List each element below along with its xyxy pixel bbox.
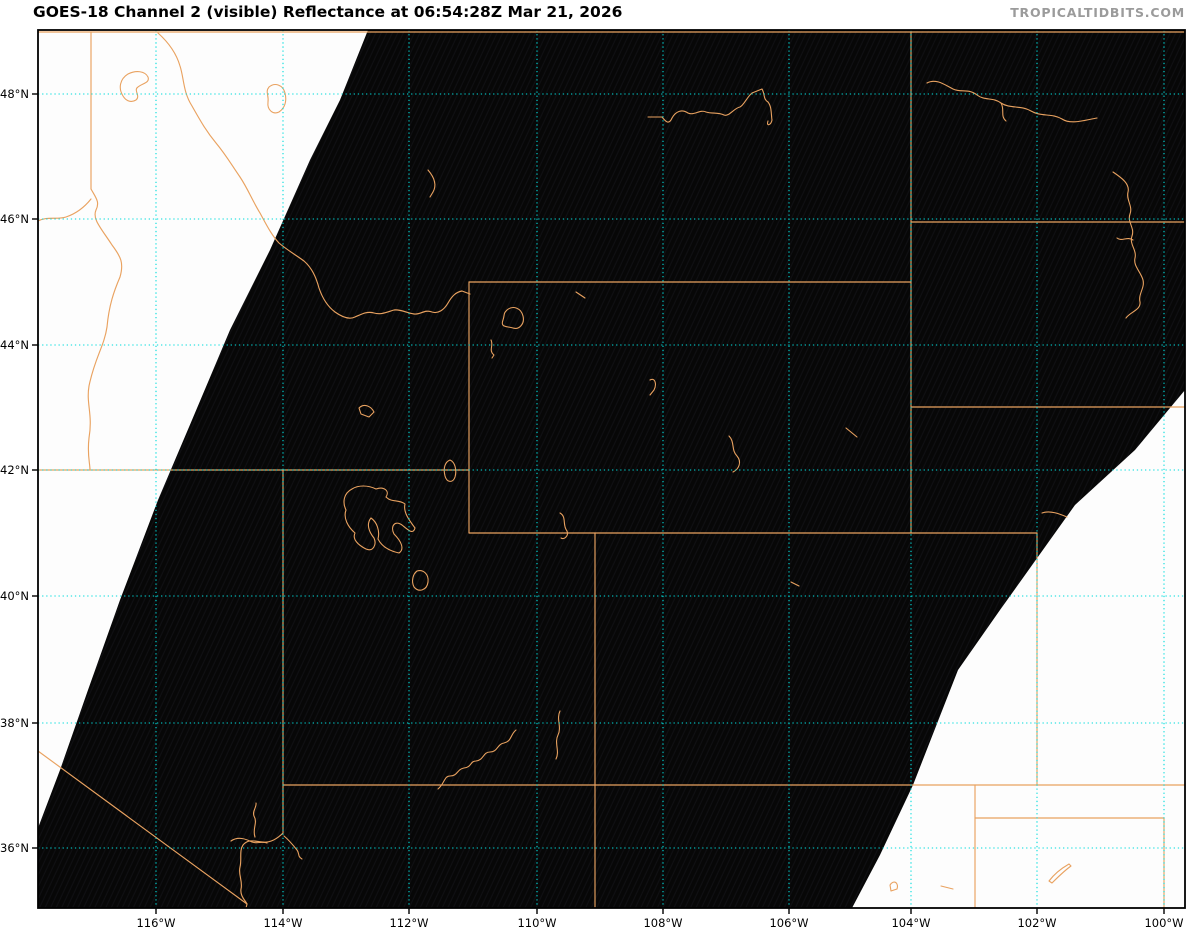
longitude-tick-label: 116°W — [136, 916, 175, 929]
longitude-tick-label: 112°W — [389, 916, 428, 929]
longitude-tick-label: 106°W — [769, 916, 808, 929]
longitude-tick-label: 104°W — [891, 916, 930, 929]
longitude-tick-label: 108°W — [643, 916, 682, 929]
satellite-image-page: GOES-18 Channel 2 (visible) Reflectance … — [0, 0, 1200, 929]
latitude-tick-label: 46°N — [0, 212, 29, 226]
latitude-tick-label: 40°N — [0, 589, 29, 603]
latitude-tick-label: 44°N — [0, 338, 29, 352]
plot-area — [38, 30, 1185, 908]
longitude-tick-label: 114°W — [263, 916, 302, 929]
longitude-tick-label: 102°W — [1017, 916, 1056, 929]
longitude-tick-label: 110°W — [517, 916, 556, 929]
latitude-tick-label: 48°N — [0, 87, 29, 101]
latitude-tick-label: 42°N — [0, 463, 29, 477]
latitude-tick-label: 38°N — [0, 716, 29, 730]
latitude-tick-label: 36°N — [0, 841, 29, 855]
longitude-tick-label: 100°W — [1144, 916, 1183, 929]
satellite-map-canvas: 48°N 46°N 44°N 42°N 40°N 38°N 36°N 116°W 114°W 11… — [0, 29, 1186, 929]
